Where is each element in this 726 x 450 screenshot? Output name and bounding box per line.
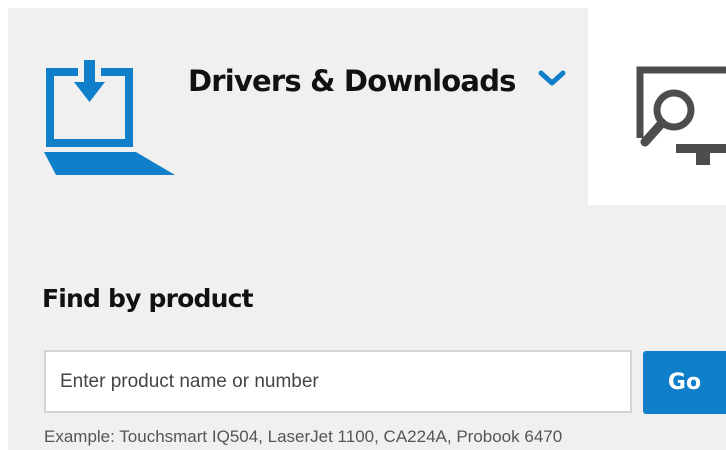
- drivers-downloads-title: Drivers & Downloads: [188, 64, 516, 98]
- drivers-downloads-toggle[interactable]: Drivers & Downloads: [188, 64, 566, 98]
- go-button[interactable]: Go: [643, 351, 726, 414]
- find-by-product-heading: Find by product: [42, 284, 254, 313]
- page: Drivers & Downloads Find by product Go E…: [0, 0, 726, 450]
- monitor-search-icon: [636, 66, 726, 165]
- chevron-down-icon: [538, 70, 566, 86]
- product-search-input[interactable]: [44, 350, 632, 413]
- download-laptop-icon: [44, 60, 175, 175]
- example-hint: Example: Touchsmart IQ504, LaserJet 1100…: [44, 427, 563, 446]
